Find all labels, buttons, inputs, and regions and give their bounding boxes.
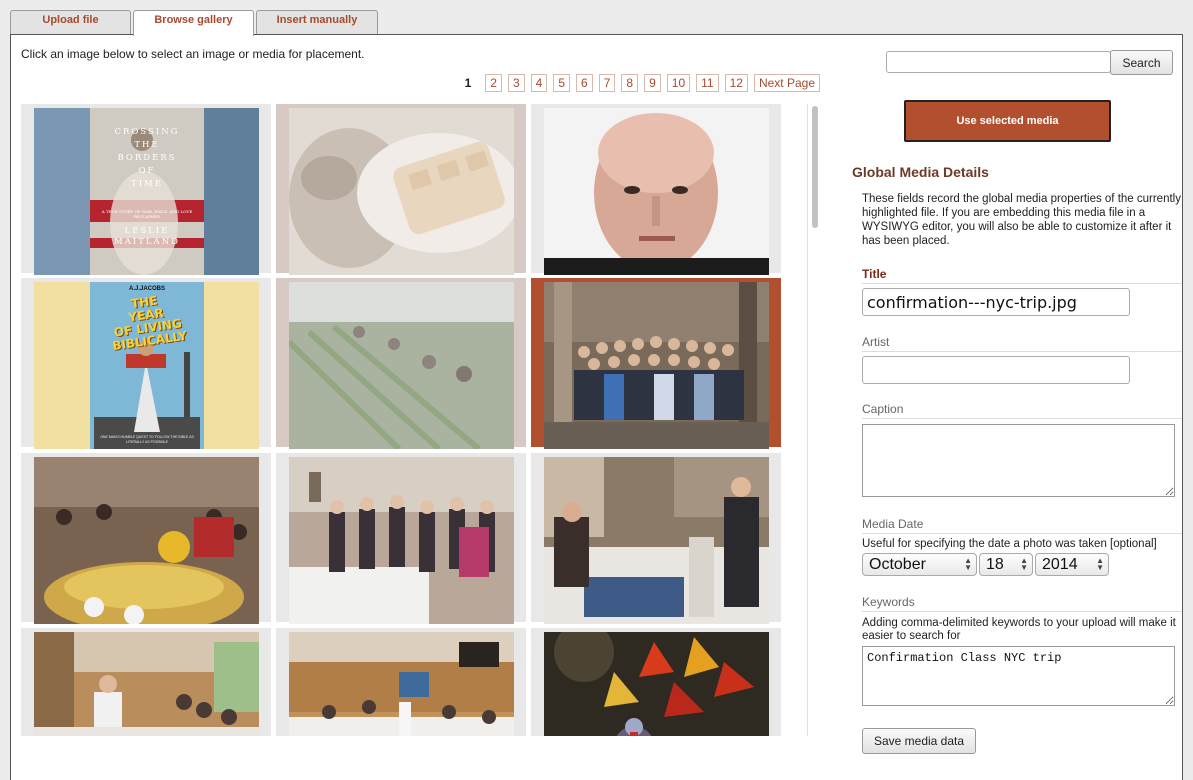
current-page: 1 <box>464 76 472 90</box>
thumbnail-image <box>544 457 769 624</box>
search-input[interactable] <box>886 51 1111 73</box>
gallery-item-banquet-tables[interactable] <box>21 453 271 624</box>
month-select[interactable]: October ▲ ▼ <box>862 553 977 576</box>
tab-browse-gallery[interactable]: Browse gallery <box>133 10 254 36</box>
select-arrows-icon: ▲ ▼ <box>964 556 972 572</box>
thumbnail-image <box>34 632 259 736</box>
gallery-item-food-platter[interactable] <box>276 104 526 275</box>
gallery-item-farm-field[interactable] <box>276 278 526 449</box>
page-link-7[interactable]: 7 <box>598 74 616 92</box>
keywords-hint: Adding comma-delimited keywords to your … <box>862 617 1176 642</box>
book-title-line: BORDERS <box>117 153 177 163</box>
tab-upload-file[interactable]: Upload file <box>10 10 131 35</box>
thumbnail-image: A.J.JACOBS THE YEAR OF LIVING BIBLICALLY… <box>34 282 259 449</box>
page-link-5[interactable]: 5 <box>553 74 571 92</box>
thumbnail-image <box>289 632 514 736</box>
book-title-line: TIME <box>131 179 163 189</box>
pagination: 1 2 3 4 5 6 7 8 9 10 11 12 Next Page <box>465 74 820 92</box>
page-link-3[interactable]: 3 <box>507 74 525 92</box>
search-button[interactable]: Search <box>1110 50 1173 75</box>
book-title-line: OF <box>138 166 156 176</box>
select-arrows-icon: ▲ ▼ <box>1096 556 1104 572</box>
next-page-link[interactable]: Next Page <box>753 74 820 92</box>
artist-field[interactable] <box>862 356 1130 384</box>
thumbnail-image <box>544 108 769 275</box>
year-select-value: 2014 <box>1042 556 1078 573</box>
gallery-scrollbar[interactable] <box>807 104 821 736</box>
page-link-10[interactable]: 10 <box>666 74 691 92</box>
page-link-11[interactable]: 11 <box>696 74 719 92</box>
global-media-details-description: These fields record the global media pro… <box>862 193 1181 247</box>
page-link-8[interactable]: 8 <box>621 74 639 92</box>
book-blurb: ONE MAN'S HUMBLE QUEST TO FOLLOW THE BIB… <box>100 435 194 444</box>
caption-field[interactable] <box>862 424 1175 497</box>
page-link-9[interactable]: 9 <box>644 74 661 92</box>
gallery-item-dining-room[interactable] <box>276 628 526 736</box>
gallery-item-portrait-man[interactable] <box>531 104 781 275</box>
thumbnail-image: CROSSING THE BORDERS OF TIME A TRUE STOR… <box>34 108 259 275</box>
day-select-value: 18 <box>986 556 1004 573</box>
month-select-value: October <box>869 556 926 573</box>
use-selected-media-button[interactable]: Use selected media <box>904 100 1111 142</box>
gallery-item-event-hall[interactable] <box>21 628 271 736</box>
media-gallery-grid: CROSSING THE BORDERS OF TIME A TRUE STOR… <box>21 104 786 736</box>
page-link-12[interactable]: 12 <box>724 74 748 92</box>
intro-text: Click an image below to select an image … <box>21 47 365 61</box>
thumbnail-image <box>289 457 514 624</box>
thumbnail-image <box>289 282 514 449</box>
day-select[interactable]: 18 ▲ ▼ <box>979 553 1033 576</box>
media-date-hint: Useful for specifying the date a photo w… <box>862 538 1157 550</box>
gallery-panel: Click an image below to select an image … <box>10 34 1183 780</box>
media-date-label: Media Date <box>862 517 1182 534</box>
keywords-field[interactable]: Confirmation Class NYC trip <box>862 646 1175 706</box>
gallery-item-confirmation-group-selected[interactable] <box>531 278 781 449</box>
title-field[interactable] <box>862 288 1130 316</box>
book-author: LESLIE MAITLAND <box>114 226 180 247</box>
thumbnail-image <box>544 632 769 736</box>
year-select[interactable]: 2014 ▲ ▼ <box>1035 553 1109 576</box>
select-arrows-icon: ▲ ▼ <box>1020 556 1028 572</box>
tab-insert-manually[interactable]: Insert manually <box>256 10 378 35</box>
thumbnail-image <box>34 457 259 624</box>
book-title-line: THE <box>134 140 160 150</box>
save-media-data-button[interactable]: Save media data <box>862 728 976 754</box>
book-blurb: A TRUE STORY OF WAR, EXILE, AND LOVE REC… <box>101 209 193 219</box>
thumbnail-image <box>289 108 514 275</box>
thumbnail-image <box>544 282 769 449</box>
gallery-item-turkey-leaves[interactable] <box>531 628 781 736</box>
title-label: Title <box>862 267 1182 284</box>
gallery-item-book-signing[interactable] <box>531 453 781 624</box>
gallery-item-crowd-hall[interactable] <box>276 453 526 624</box>
keywords-label: Keywords <box>862 595 1182 612</box>
page-link-6[interactable]: 6 <box>576 74 593 92</box>
gallery-item-book-year-of-living[interactable]: A.J.JACOBS THE YEAR OF LIVING BIBLICALLY… <box>21 278 271 449</box>
caption-label: Caption <box>862 402 1182 419</box>
book-title-line: CROSSING <box>114 127 180 137</box>
gallery-item-book-crossing-borders[interactable]: CROSSING THE BORDERS OF TIME A TRUE STOR… <box>21 104 271 275</box>
scrollbar-thumb[interactable] <box>812 106 818 228</box>
page-link-2[interactable]: 2 <box>485 74 502 92</box>
artist-label: Artist <box>862 335 1182 352</box>
global-media-details-heading: Global Media Details <box>852 164 989 180</box>
page-link-4[interactable]: 4 <box>530 74 548 92</box>
